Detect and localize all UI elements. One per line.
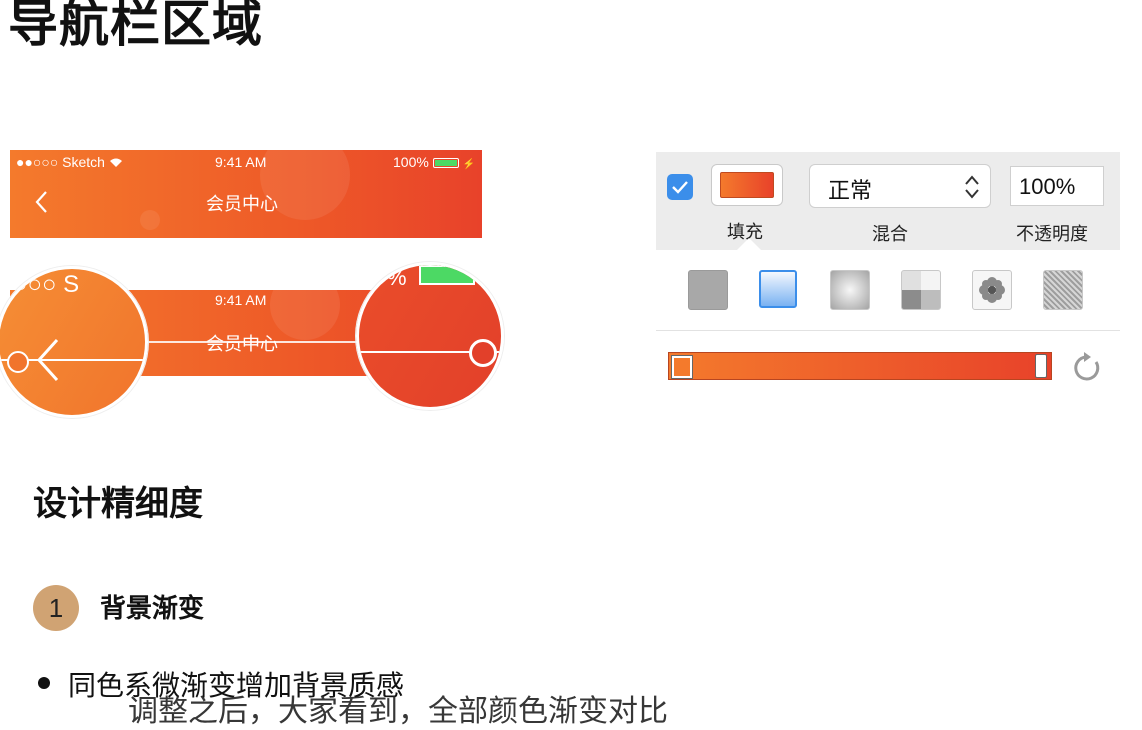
fill-type-solid[interactable] — [688, 270, 728, 310]
bullet-icon — [38, 677, 50, 689]
status-time: 9:41 AM — [215, 154, 267, 170]
navbar-title: 会员中心 — [206, 194, 278, 215]
opacity-input[interactable]: 100% — [1010, 166, 1104, 206]
navbar-preview: ●●○○○ Sketch 9:41 AM 100% ⚡ 会员中心 — [10, 150, 482, 238]
magnifier-left-text: ○○○ S — [13, 271, 80, 298]
page-title: 导航栏区域 — [8, 0, 263, 53]
carrier-label: ●●○○○ Sketch — [16, 154, 123, 170]
battery-indicator: 100% ⚡ — [393, 154, 476, 170]
measure-handle — [7, 351, 29, 373]
blend-mode-select[interactable]: 正常 — [809, 164, 991, 208]
chevron-left-icon — [36, 338, 59, 382]
gradient-stop-start[interactable] — [671, 355, 693, 379]
chevron-updown-icon — [965, 175, 979, 199]
fill-type-linear-gradient[interactable] — [759, 270, 797, 308]
opacity-label: 不透明度 — [1016, 224, 1088, 245]
fill-type-radial-gradient[interactable] — [830, 270, 870, 310]
gradient-stop-end[interactable] — [1035, 354, 1047, 378]
wifi-icon — [109, 158, 122, 167]
checkmark-icon — [672, 181, 688, 194]
video-caption: 调整之后，大家看到，全部颜色渐变对比 — [128, 694, 668, 729]
divider — [656, 330, 1120, 331]
fill-type-pattern[interactable] — [972, 270, 1012, 310]
point-title: 背景渐变 — [100, 594, 205, 624]
fill-type-noise[interactable] — [1043, 270, 1083, 310]
section-subtitle: 设计精细度 — [33, 484, 203, 524]
magnifier-left: ○○○ S — [0, 266, 148, 418]
fill-color-well[interactable] — [711, 164, 783, 206]
rotate-icon[interactable] — [1072, 350, 1104, 384]
blend-mode-value: 正常 — [828, 179, 873, 204]
magnifier-right: % — [356, 262, 504, 410]
popover-arrow — [737, 238, 761, 250]
battery-icon — [432, 158, 459, 168]
point-number-badge: 1 — [33, 585, 79, 631]
gradient-bar[interactable] — [668, 352, 1052, 380]
flower-icon — [979, 277, 1005, 303]
magnifier-right-text: % — [387, 265, 407, 290]
fill-type-angular-gradient[interactable] — [901, 270, 941, 310]
blend-label: 混合 — [872, 224, 908, 245]
battery-icon — [419, 265, 475, 285]
chevron-left-icon[interactable] — [34, 190, 48, 214]
measure-handle — [469, 339, 497, 367]
status-time: 9:41 AM — [215, 292, 267, 308]
navbar-title: 会员中心 — [206, 334, 278, 355]
fill-checkbox[interactable] — [667, 174, 693, 200]
measure-line — [140, 341, 370, 343]
